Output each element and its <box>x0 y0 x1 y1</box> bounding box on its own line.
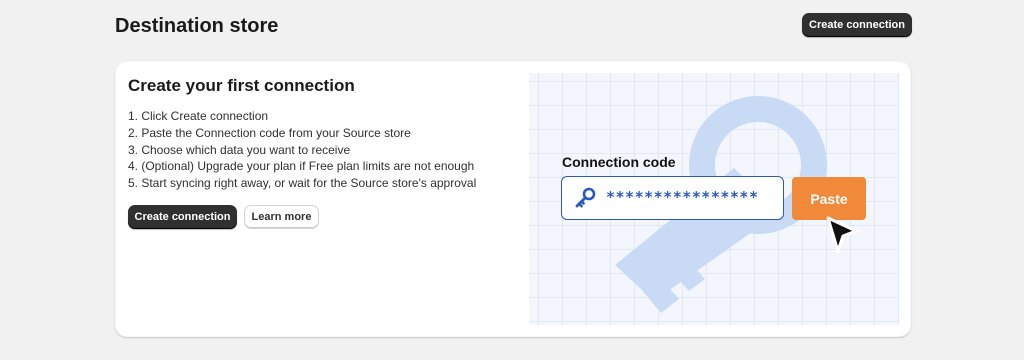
step-item: 2. Paste the Connection code from your S… <box>128 125 411 140</box>
connection-code-label: Connection code <box>562 154 676 170</box>
connection-code-illustration: Connection code **************** Paste <box>529 73 899 325</box>
step-item: 5. Start syncing right away, or wait for… <box>128 176 477 191</box>
page-title: Destination store <box>115 15 279 37</box>
header-create-connection-button[interactable]: Create connection <box>802 13 912 37</box>
steps-list: 1. Click Create connection 2. Paste the … <box>128 108 476 192</box>
step-item: 3. Choose which data you want to receive <box>128 142 351 157</box>
connection-code-value: **************** <box>606 188 759 206</box>
step-item: 1. Click Create connection <box>128 109 269 123</box>
first-connection-card: Create your first connection 1. Click Cr… <box>115 61 911 337</box>
learn-more-button[interactable]: Learn more <box>244 205 319 229</box>
step-item: 4. (Optional) Upgrade your plan if Free … <box>128 159 475 174</box>
connection-code-field: **************** <box>561 176 784 220</box>
key-icon <box>575 187 596 208</box>
card-title: Create your first connection <box>128 76 355 95</box>
create-connection-button[interactable]: Create connection <box>128 205 237 229</box>
cursor-arrow-icon <box>826 216 858 253</box>
